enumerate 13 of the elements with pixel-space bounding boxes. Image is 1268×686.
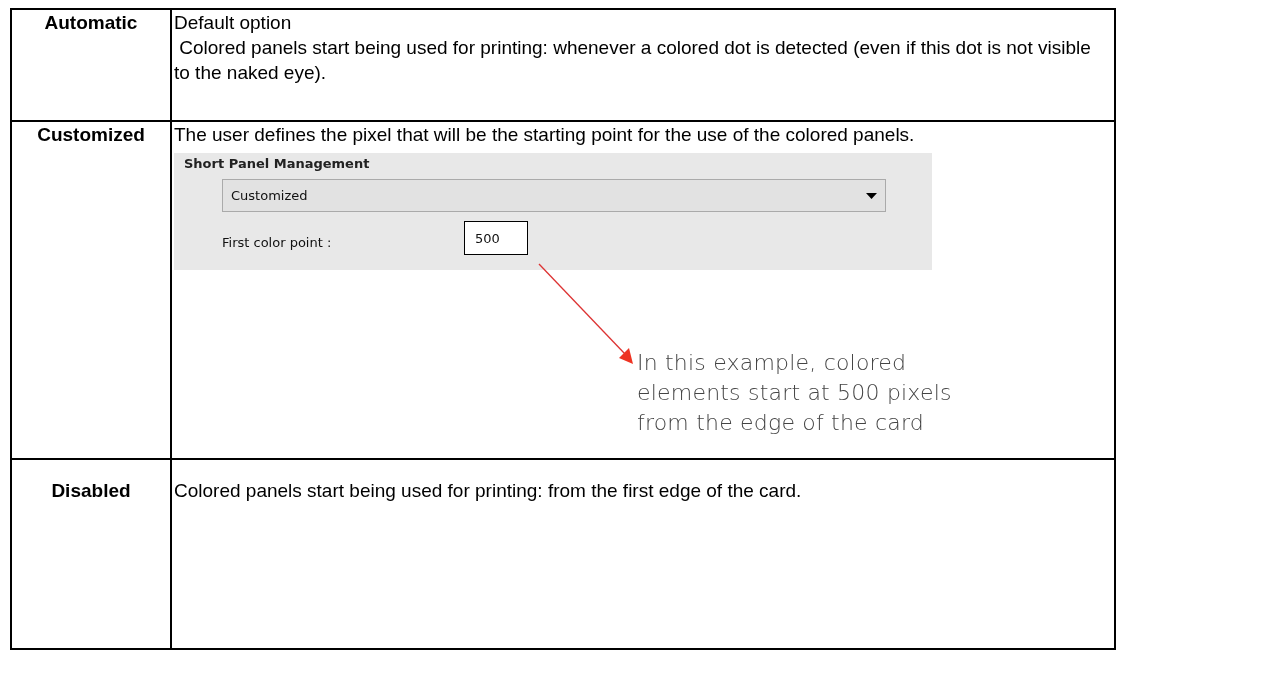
term-label: Automatic bbox=[43, 11, 139, 35]
dropdown[interactable]: Customized bbox=[222, 179, 886, 212]
annotation-text: In this example, colored elements start at 500 pixels from the edge of the card bbox=[637, 349, 953, 437]
description-text: Default option bbox=[174, 11, 293, 35]
field-label: First color point : bbox=[222, 234, 332, 252]
term-label: Disabled bbox=[50, 479, 132, 503]
dropdown-caret-icon bbox=[866, 192, 877, 199]
description-text: Colored panels start being used for printing: whenever a colored dot is detected (even if this dot is not visible to the naked eye). bbox=[174, 36, 1092, 85]
term-label: Customized bbox=[36, 123, 146, 147]
section-title: Short Panel Management bbox=[184, 156, 370, 172]
description-text: Colored panels start being used for printing: from the first edge of the card. bbox=[174, 479, 803, 503]
description-text: The user defines the pixel that will be the starting point for the use of the colored panels. bbox=[174, 123, 916, 147]
input-field[interactable]: 500 bbox=[464, 221, 528, 255]
